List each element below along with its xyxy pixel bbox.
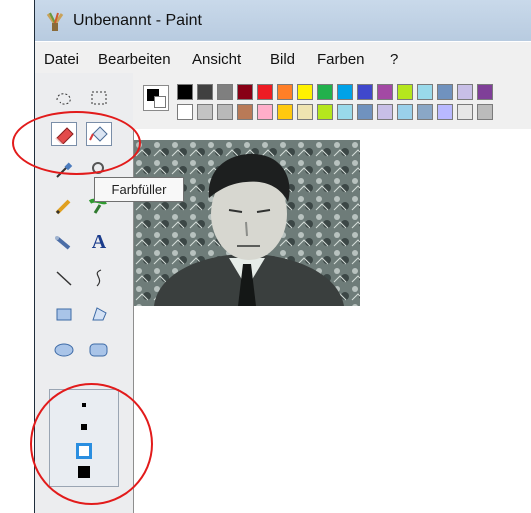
menu-help[interactable]: ? [390, 51, 398, 68]
menu-bearbeiten[interactable]: Bearbeiten [98, 51, 171, 68]
color-swatch[interactable] [317, 104, 333, 120]
color-swatch[interactable] [197, 84, 213, 100]
menu-datei[interactable]: Datei [44, 51, 79, 68]
color-swatch[interactable] [337, 104, 353, 120]
color-swatch[interactable] [417, 84, 433, 100]
background-color[interactable] [154, 96, 166, 108]
color-swatch[interactable] [477, 104, 493, 120]
color-swatch[interactable] [377, 104, 393, 120]
annotation-circle-tools [12, 111, 141, 175]
menu-bar: Datei Bearbeiten Ansicht Bild Farben ? [35, 41, 531, 74]
color-swatch[interactable] [197, 104, 213, 120]
color-swatch[interactable] [457, 104, 473, 120]
color-swatch[interactable] [277, 84, 293, 100]
color-swatch[interactable] [177, 104, 193, 120]
color-swatch[interactable] [377, 84, 393, 100]
color-swatch[interactable] [337, 84, 353, 100]
color-swatch[interactable] [397, 84, 413, 100]
color-swatch[interactable] [357, 104, 373, 120]
color-swatch[interactable] [457, 84, 473, 100]
color-swatch[interactable] [477, 84, 493, 100]
tooltip-farbfueller: Farbfüller [94, 177, 184, 202]
curve-icon[interactable] [86, 266, 112, 290]
menu-farben[interactable]: Farben [317, 51, 365, 68]
color-swatch[interactable] [237, 104, 253, 120]
polygon-icon[interactable] [86, 302, 112, 326]
color-palette [133, 73, 531, 129]
color-swatch[interactable] [177, 84, 193, 100]
menu-ansicht[interactable]: Ansicht [192, 51, 241, 68]
portrait-photo [134, 140, 360, 306]
color-swatch[interactable] [257, 104, 273, 120]
color-swatch[interactable] [297, 84, 313, 100]
color-swatch[interactable] [397, 104, 413, 120]
color-swatch[interactable] [317, 84, 333, 100]
pencil-icon[interactable] [51, 194, 77, 218]
rounded-rect-icon[interactable] [86, 338, 112, 362]
color-swatch[interactable] [437, 84, 453, 100]
color-swatch[interactable] [277, 104, 293, 120]
line-icon[interactable] [51, 266, 77, 290]
paint-app-icon [44, 11, 66, 33]
color-swatch[interactable] [237, 84, 253, 100]
color-swatch[interactable] [257, 84, 273, 100]
color-swatch[interactable] [417, 104, 433, 120]
airbrush-icon[interactable] [51, 230, 77, 254]
title-bar: Unbenannt - Paint [35, 0, 531, 41]
color-swatch[interactable] [437, 104, 453, 120]
text-icon[interactable]: A [86, 230, 112, 254]
rectangle-icon[interactable] [51, 302, 77, 326]
color-swatch[interactable] [217, 84, 233, 100]
menu-bild[interactable]: Bild [270, 51, 295, 68]
color-swatch[interactable] [217, 104, 233, 120]
annotation-circle-options [30, 383, 153, 505]
color-swatch[interactable] [297, 104, 313, 120]
free-select-icon[interactable] [51, 86, 77, 110]
text-tool-label: A [91, 230, 107, 253]
window-title: Unbenannt - Paint [73, 12, 202, 29]
current-colors[interactable] [143, 85, 169, 111]
ellipse-icon[interactable] [51, 338, 77, 362]
color-swatch[interactable] [357, 84, 373, 100]
rect-select-icon[interactable] [86, 86, 112, 110]
drawing-canvas[interactable] [134, 129, 531, 513]
